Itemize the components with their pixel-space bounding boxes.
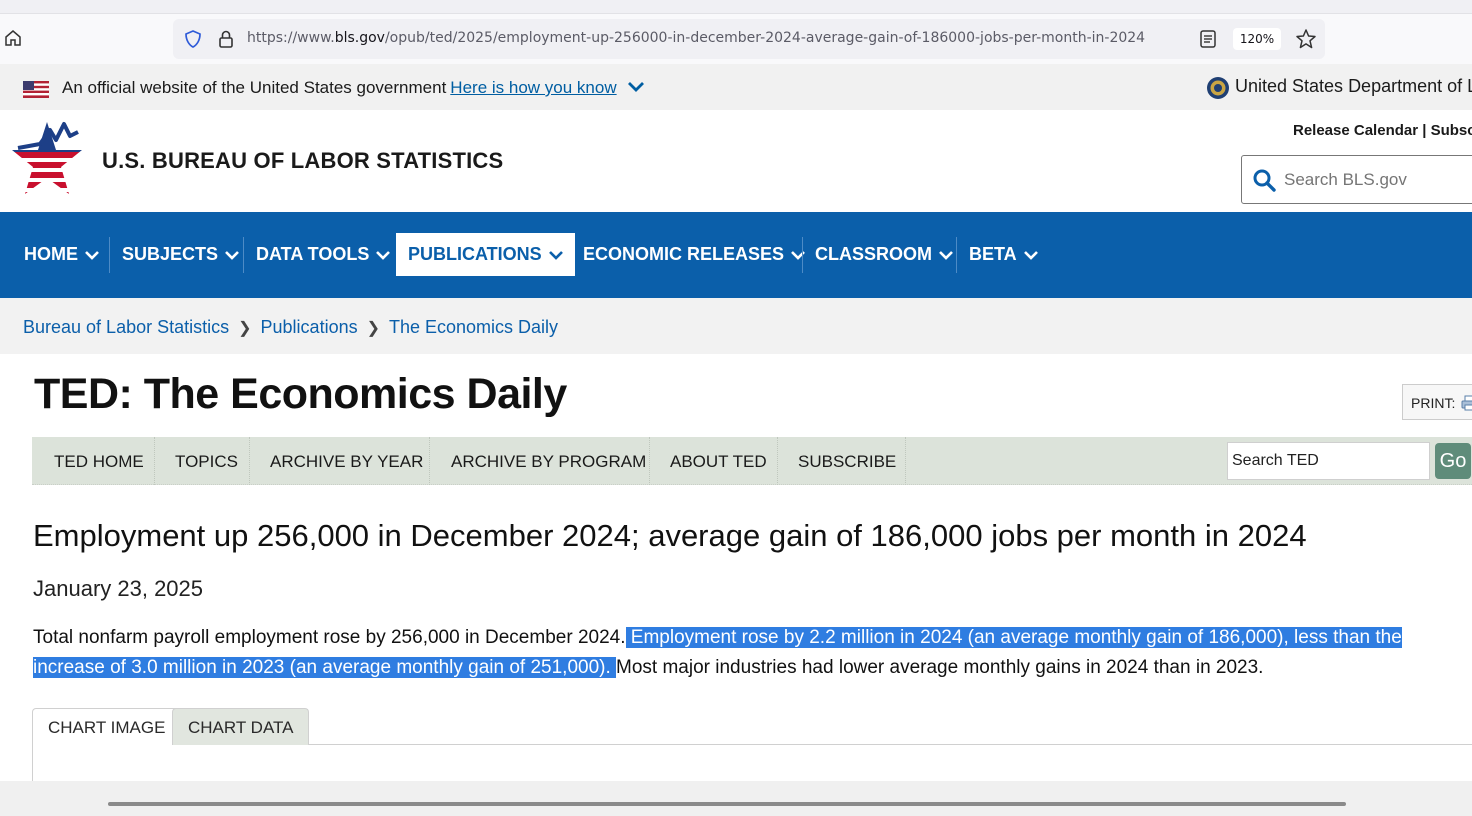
- chevron-right-icon: ❯: [366, 319, 380, 337]
- breadcrumb: Bureau of Labor Statistics ❯ Publication…: [23, 317, 558, 338]
- horizontal-scrollbar[interactable]: [108, 802, 1346, 806]
- ted-nav-archive-by-year[interactable]: ARCHIVE BY YEAR: [270, 452, 423, 472]
- nav-data-tools-label: DATA TOOLS: [256, 244, 370, 264]
- chevron-down-icon: [85, 250, 99, 260]
- ted-nav-divider: [905, 437, 906, 485]
- page-title: TED: The Economics Daily: [34, 370, 567, 418]
- article-text: Most major industries had lower average …: [616, 657, 1264, 678]
- nav-beta[interactable]: BETA: [957, 233, 1050, 276]
- nav-home-label: HOME: [24, 244, 78, 264]
- ted-nav-divider: [649, 437, 650, 485]
- search-icon[interactable]: [1252, 168, 1276, 192]
- print-label: PRINT:: [1411, 395, 1456, 411]
- department-link[interactable]: United States Department of Labor: [1235, 76, 1472, 97]
- chevron-down-icon: [376, 250, 391, 260]
- ted-nav-divider: [429, 437, 430, 485]
- ted-navigation: TED HOME TOPICS ARCHIVE BY YEAR ARCHIVE …: [32, 437, 1472, 485]
- zoom-level-badge[interactable]: 120%: [1233, 28, 1281, 50]
- dol-seal-icon: [1207, 77, 1229, 99]
- gov-banner-label: An official website of the United States…: [62, 78, 447, 97]
- bls-search-input[interactable]: [1284, 165, 1472, 195]
- nav-economic-releases-label: ECONOMIC RELEASES: [583, 244, 785, 264]
- browser-tab-strip: [0, 0, 1472, 14]
- chart-tabs: CHART IMAGE CHART DATA: [32, 708, 1472, 746]
- chevron-down-icon: [939, 250, 953, 260]
- nav-data-tools[interactable]: DATA TOOLS: [244, 233, 402, 276]
- ted-nav-subscribe[interactable]: SUBSCRIBE: [798, 452, 896, 472]
- nav-classroom[interactable]: CLASSROOM: [803, 233, 965, 276]
- bookmark-star-icon[interactable]: [1295, 28, 1317, 50]
- nav-beta-label: BETA: [969, 244, 1017, 264]
- chevron-down-icon: [1023, 250, 1038, 260]
- utility-links[interactable]: Release Calendar | Subscribe: [1293, 122, 1472, 139]
- article-text: Total nonfarm payroll employment rose by…: [33, 627, 626, 648]
- ted-nav-home[interactable]: TED HOME: [54, 452, 144, 472]
- nav-classroom-label: CLASSROOM: [815, 244, 932, 264]
- site-header: U.S. BUREAU OF LABOR STATISTICS Release …: [0, 110, 1472, 212]
- nav-subjects-label: SUBJECTS: [122, 244, 219, 264]
- chevron-down-icon[interactable]: [627, 80, 645, 94]
- chevron-right-icon: ❯: [238, 319, 252, 337]
- bottom-scroll-area: [0, 781, 1472, 816]
- ted-nav-archive-by-program[interactable]: ARCHIVE BY PROGRAM: [451, 452, 646, 472]
- article-summary: Total nonfarm payroll employment rose by…: [33, 623, 1472, 683]
- tab-chart-data[interactable]: CHART DATA: [172, 708, 310, 745]
- gov-banner: An official website of the United States…: [0, 64, 1472, 110]
- article-line-1: Total nonfarm payroll employment rose by…: [33, 623, 1472, 653]
- nav-publications-label: PUBLICATIONS: [408, 244, 542, 264]
- ted-nav-about[interactable]: ABOUT TED: [670, 452, 767, 472]
- url-path: /opub/ted/2025/employment-up-256000-in-d…: [384, 30, 1146, 46]
- chevron-down-icon: [548, 250, 563, 260]
- bls-search-box[interactable]: [1241, 155, 1472, 204]
- ted-search-input[interactable]: [1227, 442, 1430, 480]
- breadcrumb-publications[interactable]: Publications: [261, 317, 358, 338]
- article-date: January 23, 2025: [33, 576, 204, 601]
- how-you-know-link[interactable]: Here is how you know: [450, 78, 616, 97]
- url-text[interactable]: https://www.bls.gov/opub/ted/2025/employ…: [247, 30, 1187, 46]
- reader-view-icon[interactable]: [1199, 29, 1217, 49]
- address-bar[interactable]: https://www.bls.gov/opub/ted/2025/employ…: [173, 19, 1325, 59]
- browser-toolbar: https://www.bls.gov/opub/ted/2025/employ…: [0, 14, 1472, 64]
- chevron-down-icon: [225, 250, 239, 260]
- chart-panel: [32, 745, 1472, 781]
- printer-icon: [1461, 395, 1472, 411]
- breadcrumb-ted[interactable]: The Economics Daily: [389, 317, 558, 338]
- site-title[interactable]: U.S. BUREAU OF LABOR STATISTICS: [102, 148, 503, 174]
- nav-publications[interactable]: PUBLICATIONS: [396, 233, 575, 276]
- article-line-2: increase of 3.0 million in 2023 (an aver…: [33, 653, 1472, 683]
- gov-banner-text: An official website of the United States…: [62, 78, 617, 98]
- ted-search-go-button[interactable]: Go: [1435, 443, 1471, 479]
- breadcrumb-bls[interactable]: Bureau of Labor Statistics: [23, 317, 229, 338]
- article-title: Employment up 256,000 in December 2024; …: [33, 518, 1307, 553]
- ted-nav-topics[interactable]: TOPICS: [175, 452, 238, 472]
- ted-nav-divider: [249, 437, 250, 485]
- nav-subjects[interactable]: SUBJECTS: [110, 233, 251, 276]
- selected-text: increase of 3.0 million in 2023 (an aver…: [33, 657, 617, 678]
- print-button[interactable]: PRINT:: [1402, 384, 1472, 420]
- shield-icon[interactable]: [183, 29, 203, 49]
- nav-economic-releases[interactable]: ECONOMIC RELEASES: [571, 233, 817, 276]
- ted-nav-divider: [154, 437, 155, 485]
- nav-home[interactable]: HOME: [12, 233, 111, 276]
- bls-star-logo-icon[interactable]: [10, 118, 84, 198]
- url-domain: bls.gov: [334, 30, 385, 46]
- us-flag-icon: [23, 81, 49, 98]
- url-prefix: https://www.: [247, 30, 335, 46]
- lock-icon[interactable]: [217, 29, 235, 49]
- tab-chart-image[interactable]: CHART IMAGE: [32, 708, 182, 746]
- ted-nav-divider: [777, 437, 778, 485]
- breadcrumb-bar: Bureau of Labor Statistics ❯ Publication…: [0, 298, 1472, 354]
- main-navigation: HOME SUBJECTS DATA TOOLS PUBLICATIONS EC…: [0, 212, 1472, 298]
- selected-text: Employment rose by 2.2 million in 2024 (…: [625, 627, 1402, 648]
- home-icon[interactable]: [4, 29, 22, 47]
